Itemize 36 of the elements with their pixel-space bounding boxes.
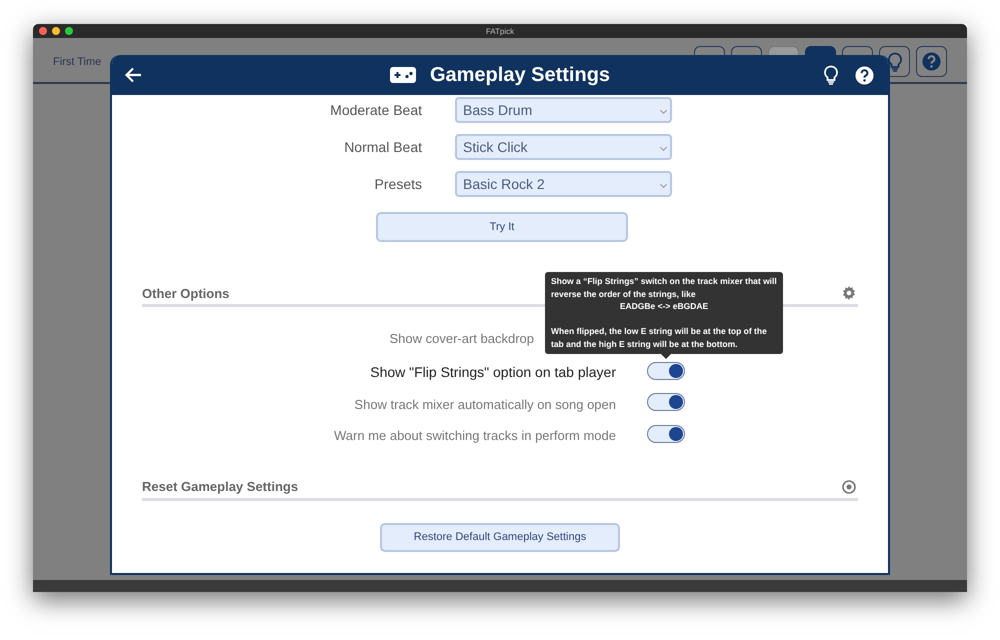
tooltip-text: When flipped, the low E string will be at the top of the tab and the high E string will be at the bottom.	[551, 325, 768, 350]
dialog-title: Gameplay Settings	[430, 64, 610, 86]
restore-defaults-button[interactable]: Restore Default Gameplay Settings	[380, 522, 620, 552]
dropdown[interactable]: Bass Drum	[455, 97, 672, 123]
zoom-window-button[interactable]	[65, 27, 73, 35]
minimize-window-button[interactable]	[52, 27, 60, 35]
lightbulb-icon	[823, 65, 839, 85]
back-button[interactable]	[124, 67, 142, 83]
setting-label: Show "Flip Strings" option on tab player	[370, 364, 616, 380]
reset-icon	[842, 480, 856, 494]
toggle-switch[interactable]	[647, 424, 685, 442]
toggle-switch[interactable]	[647, 362, 685, 380]
tooltip-example: EADGBe <-> eBGDAE	[618, 300, 710, 312]
dropdown[interactable]: Stick Click	[455, 134, 672, 160]
section-title: Other Options	[142, 286, 230, 300]
gear-icon	[842, 286, 856, 300]
toolbar-button[interactable]	[916, 46, 947, 77]
setting-label: Show track mixer automatically on song open	[354, 396, 616, 412]
close-window-button[interactable]	[39, 27, 47, 35]
try-it-button[interactable]: Try It	[376, 212, 628, 242]
gamepad-icon	[390, 67, 416, 83]
toggle-switch[interactable]	[647, 393, 685, 411]
field-label: Normal Beat	[343, 139, 422, 155]
tooltip-text: Show a “Flip Strings” switch on the track mixer that will reverse the order of the strings, like	[551, 275, 777, 300]
help-icon	[922, 52, 941, 71]
page-heading: First Time	[53, 56, 102, 68]
window-title: FATpick	[486, 26, 514, 36]
help-icon	[855, 66, 874, 84]
field-label: Presets	[374, 176, 422, 192]
setting-label: Show cover-art backdrop	[389, 331, 534, 346]
field-label: Moderate Beat	[329, 102, 422, 118]
tips-button[interactable]	[823, 65, 839, 85]
help-button[interactable]	[855, 66, 874, 84]
section-title: Reset Gameplay Settings	[142, 479, 298, 494]
setting-label: Warn me about switching tracks in perform mode	[334, 428, 616, 443]
dropdown[interactable]: Basic Rock 2	[455, 171, 672, 197]
